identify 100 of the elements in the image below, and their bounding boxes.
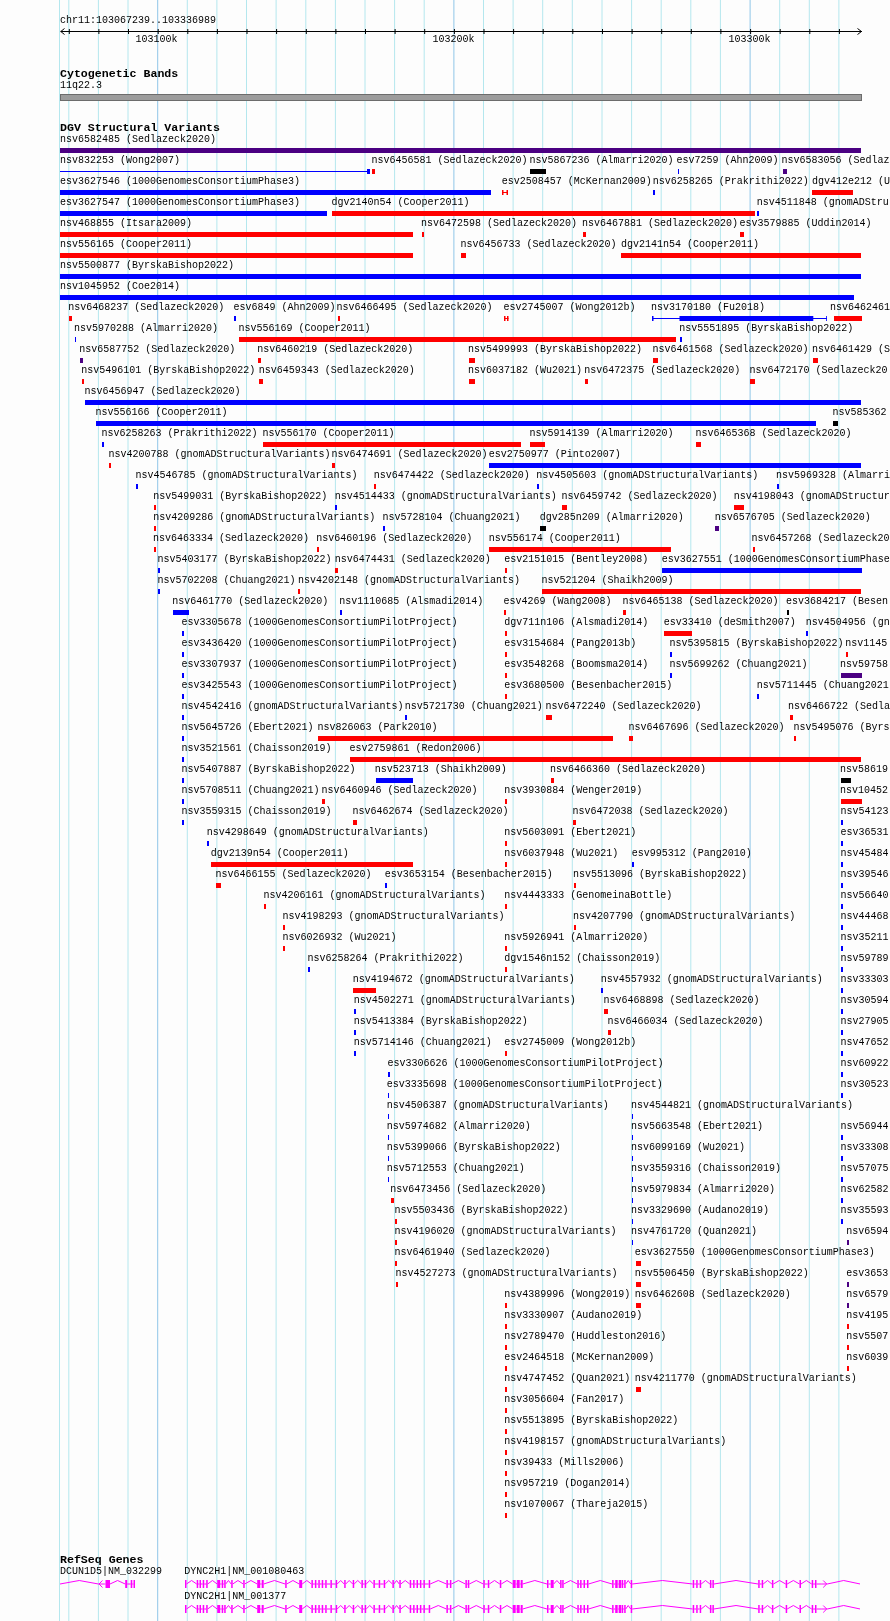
variant-label: nsv4211770 (gnomADStructuralVariants) [634, 1373, 857, 1386]
variant-label: nsv35593 [840, 1205, 889, 1218]
variant-label: nsv556170 (Cooper2011) [262, 428, 395, 441]
variant-label: nsv4196020 (gnomADStructuralVariants) [394, 1226, 617, 1239]
variant-label: nsv5969328 (Almarri [776, 470, 890, 483]
variant-label: nsv832253 (Wong2007) [60, 155, 181, 168]
variant-label: nsv4298649 (gnomADStructuralVariants) [206, 827, 429, 840]
variant-label: nsv6258265 (Prakrithi2022) [652, 176, 809, 189]
gene-label: DYNC2H1|NM_001377 [184, 1590, 287, 1603]
variant-label: nsv5513895 (ByrskaBishop2022) [504, 1415, 679, 1428]
variant-label: nsv5413384 (ByrskaBishop2022) [353, 1016, 528, 1029]
variant-label: esv3653154 (Besenbacher2015) [384, 869, 553, 882]
variant-label: nsv59758 [840, 659, 889, 672]
variant-label: nsv5702208 (Chuang2021) [157, 575, 296, 588]
variant-label: nsv6037182 (Wu2021) [468, 365, 583, 378]
variant-label: nsv6026932 (Wu2021) [282, 932, 397, 945]
ruler-tick-label: 103300k [728, 34, 771, 46]
variant-label: nsv957219 (Dogan2014) [504, 1478, 631, 1491]
variant-label: nsv826063 (Park2010) [317, 722, 438, 735]
variant-label: nsv556165 (Cooper2011) [60, 239, 193, 252]
variant-label: nsv4198043 (gnomADStructur [733, 491, 890, 504]
variant-label: nsv6466155 (Sedlazeck2020) [215, 869, 372, 882]
variant-label: esv2464518 (McKernan2009) [504, 1352, 655, 1365]
track-title: Cytogenetic Bands [60, 67, 179, 80]
track-title: DGV Structural Variants [60, 121, 221, 135]
variant-label: esv3307937 (1000GenomesConsortiumPilotProject) [181, 659, 458, 672]
variant-label: nsv57075 [840, 1163, 889, 1176]
variant-label: nsv5708511 (Chuang2021) [181, 785, 320, 798]
variant-label: nsv3330907 (Audano2019) [504, 1310, 643, 1323]
band-label: 11q22.3 [60, 80, 102, 92]
variant-label: nsv5503436 (ByrskaBishop2022) [394, 1205, 569, 1218]
variant-label: esv2759861 (Redon2006) [349, 743, 482, 756]
variant-label: nsv6466495 (Sedlazeck2020) [336, 302, 493, 315]
variant-label: esv4269 (Wang2008) [503, 596, 612, 609]
variant-label: nsv30594 [840, 995, 889, 1008]
variant-label: nsv6472170 (Sedlazeck20 [749, 365, 888, 378]
variant-label: nsv47652 [840, 1037, 889, 1050]
variant-label: nsv56944 [840, 1121, 889, 1134]
variant-label: nsv4195 [846, 1310, 889, 1323]
variant-label: esv3154684 (Pang2013b) [504, 638, 637, 651]
variant-label: dgv2141n54 (Cooper2011) [621, 239, 760, 252]
variant-label: nsv468855 (Itsara2009) [60, 218, 193, 231]
variant-label: esv3680500 (Besenbacher2015) [504, 680, 673, 693]
variant-label: nsv5979834 (Almarri2020) [631, 1184, 776, 1197]
variant-label: esv3425543 (1000GenomesConsortiumPilotProject) [181, 680, 458, 693]
gene-label: DCUN1D5|NM_032299 [60, 1566, 163, 1579]
variant-label: nsv6258264 (Prakrithi2022) [307, 953, 464, 966]
variant-label: esv3627550 (1000GenomesConsortiumPhase3) [634, 1247, 875, 1260]
variant-label: nsv1145 [845, 638, 888, 651]
variant-label: nsv6468237 (Sedlazeck2020) [68, 302, 225, 315]
variant-label: esv3306626 (1000GenomesConsortiumPilotProject) [387, 1058, 664, 1071]
variant-label: esv2745007 (Wong2012b) [503, 302, 636, 315]
variant-label: nsv5645726 (Ebert2021) [181, 722, 314, 735]
variant-label: esv3684217 (Besen [786, 596, 889, 609]
variant-label: nsv6465138 (Sedlazeck2020) [622, 596, 779, 609]
variant-label: nsv6456947 (Sedlazeck2020) [84, 386, 241, 399]
variant-label: dgv711n106 (Alsmadi2014) [504, 617, 649, 630]
variant-label: nsv5499993 (ByrskaBishop2022) [468, 344, 643, 357]
variant-label: nsv6473456 (Sedlazeck2020) [390, 1184, 547, 1197]
variant-label: dgv2139n54 (Cooper2011) [210, 848, 349, 861]
variant-label: nsv4506387 (gnomADStructuralVariants) [386, 1100, 609, 1113]
variant-label: nsv1110685 (Alsmadi2014) [339, 596, 484, 609]
variant-label: nsv3930884 (Wenger2019) [504, 785, 643, 798]
variant-label: nsv6465368 (Sedlazeck2020) [695, 428, 852, 441]
variant-label: nsv6472375 (Sedlazeck2020) [584, 365, 741, 378]
variant-label: nsv4198157 (gnomADStructuralVariants) [504, 1436, 727, 1449]
variant-label: nsv4546785 (gnomADStructuralVariants) [135, 470, 358, 483]
variant-label: esv3627547 (1000GenomesConsortiumPhase3) [60, 197, 301, 210]
variant-label: nsv44468 [840, 911, 889, 924]
variant-label: esv2745009 (Wong2012b) [504, 1037, 637, 1050]
variant-label: nsv4198293 (gnomADStructuralVariants) [282, 911, 505, 924]
variant-label: dgv1546n152 (Chaisson2019) [504, 953, 661, 966]
variant-label: nsv6579 [846, 1289, 889, 1302]
variant-label: nsv3056604 (Fan2017) [504, 1394, 625, 1407]
ruler-tick-label: 103100k [135, 34, 178, 46]
variant-label: nsv58619 [840, 764, 889, 777]
variant-label: nsv6463334 (Sedlazeck2020) [153, 533, 310, 546]
variant-label: nsv6459742 (Sedlazeck2020) [561, 491, 718, 504]
variant-label: dgv412e212 (U [811, 176, 890, 189]
variant-label: dgv285n209 (Almarri2020) [539, 512, 684, 525]
variant-label: nsv6587752 (Sedlazeck2020) [79, 344, 236, 357]
variant-label: nsv6258263 (Prakrithi2022) [101, 428, 258, 441]
variant-label: nsv521204 (Shaikh2009) [541, 575, 674, 588]
variant-label: nsv4209286 (gnomADStructuralVariants) [153, 512, 376, 525]
variant-label: nsv6461770 (Sedlazeck2020) [172, 596, 329, 609]
variant-label: nsv6472240 (Sedlazeck2020) [545, 701, 702, 714]
variant-label: nsv4389996 (Wong2019) [504, 1289, 631, 1302]
variant-label: esv995312 (Pang2010) [631, 848, 752, 861]
variant-label: esv3436420 (1000GenomesConsortiumPilotProject) [181, 638, 458, 651]
variant-label: esv2508457 (McKernan2009) [501, 176, 652, 189]
variant-label: nsv4505603 (gnomADStructuralVariants) [536, 470, 759, 483]
variant-label: nsv5496101 (ByrskaBishop2022) [81, 365, 256, 378]
variant-label: nsv5663548 (Ebert2021) [631, 1121, 764, 1134]
variant-label: nsv4443333 (GenomeinaBottle) [504, 890, 673, 903]
variant-label: nsv6039 [846, 1352, 889, 1365]
variant-label: nsv4542416 (gnomADStructuralVariants) [181, 701, 404, 714]
variant-label: nsv3559316 (Chaisson2019) [631, 1163, 782, 1176]
variant-label: nsv6466360 (Sedlazeck2020) [550, 764, 707, 777]
variant-label: nsv4202148 (gnomADStructuralVariants) [298, 575, 521, 588]
variant-label: nsv523713 (Shaikh2009) [374, 764, 507, 777]
